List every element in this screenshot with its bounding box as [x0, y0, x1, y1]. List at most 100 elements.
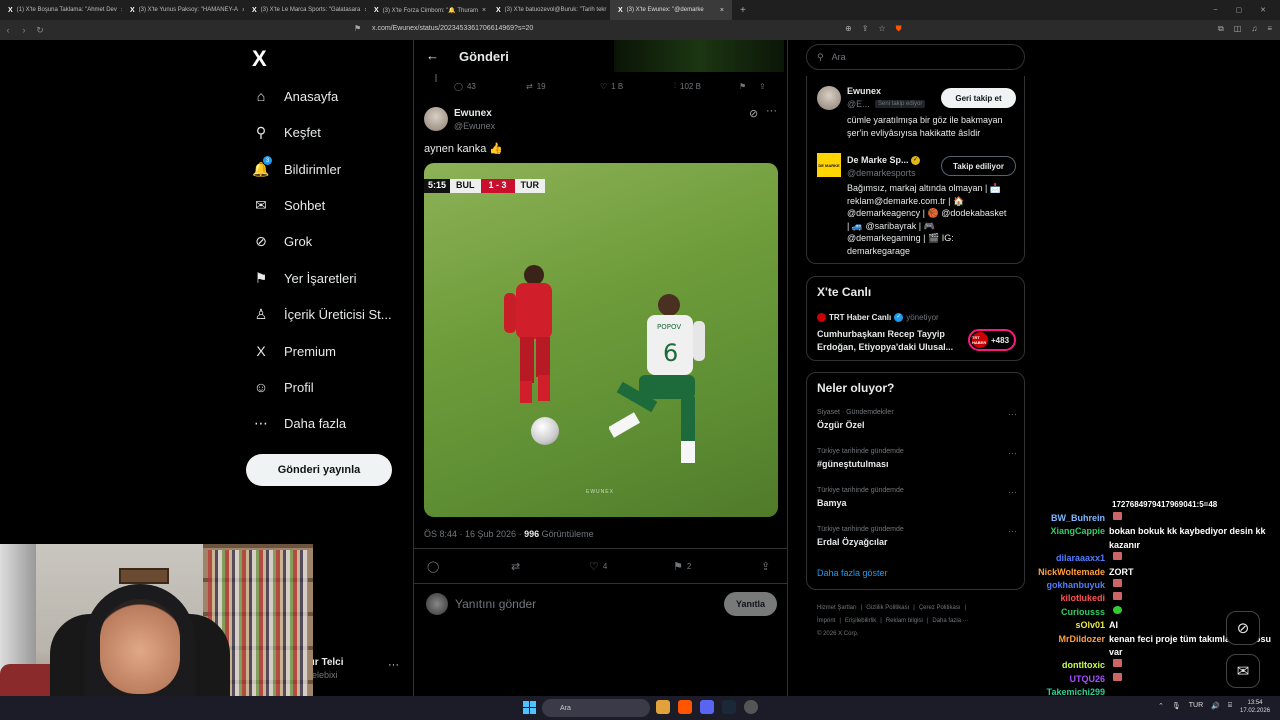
show-more-link[interactable]: Daha fazla göster [817, 568, 888, 578]
share-icon[interactable]: ⇪ [862, 24, 869, 34]
maximize-icon[interactable]: ▢ [1236, 6, 1243, 14]
like-action[interactable]: ♡ 4 [589, 560, 673, 573]
volume-icon[interactable]: 🔊 [1211, 702, 1220, 710]
footer-link[interactable]: Erişilebilirlik [845, 618, 876, 624]
more-icon[interactable]: ··· [1008, 487, 1017, 497]
sidebar-item-search[interactable]: ⚲ Keşfet [252, 120, 321, 144]
footer-link[interactable]: Çerez Politikası [919, 605, 961, 611]
user-name[interactable]: De Marke Sp... ✓ [847, 155, 921, 166]
back-arrow-icon[interactable]: ‹ [0, 25, 16, 35]
reply-button[interactable]: Yanıtla [724, 592, 777, 616]
account-more-icon[interactable]: ··· [388, 659, 399, 671]
trend-item[interactable]: Türkiye tarihinde gündemde #güneştutulmas… [817, 448, 1017, 469]
menu-icon[interactable]: ≡ [1267, 24, 1272, 34]
tweet-author-name[interactable]: Ewunex [454, 108, 492, 119]
bookmark-icon[interactable]: ⚑ [739, 82, 759, 91]
clock[interactable]: 13:54 17.02.2026 [1240, 699, 1270, 715]
user-name[interactable]: Ewunex [847, 86, 881, 96]
messages-float-icon[interactable]: ✉ [1226, 654, 1260, 688]
retweet-action[interactable]: ⇄ 19 [526, 82, 600, 91]
x-logo[interactable]: X [252, 46, 267, 72]
language-indicator[interactable]: TUR [1189, 702, 1203, 710]
steam-icon[interactable] [722, 700, 736, 714]
browser-tab[interactable]: X(3) X'te Le Marca Sports: "Galatasara× [244, 0, 366, 20]
more-icon[interactable]: ··· [1008, 448, 1017, 458]
browser-tab[interactable]: X(1) X'te Boşuna Taklama: "Ahmet Dev× [0, 0, 122, 20]
back-arrow-icon[interactable]: ← [426, 48, 439, 63]
url-field[interactable]: x.com/Ewunex/status/2023453361706614969?… [372, 25, 533, 32]
reload-icon[interactable]: ↻ [32, 25, 48, 36]
reply-input[interactable]: Yanıtını gönder [455, 597, 536, 611]
reply-icon[interactable]: ◯ [427, 560, 511, 573]
share-icon[interactable]: ⇪ [759, 82, 766, 91]
tweet-author-handle[interactable]: @Ewunex [454, 121, 495, 131]
views-action[interactable]: ⫶ 102 B [674, 81, 739, 91]
footer-link[interactable]: Hizmet Şartları [817, 605, 857, 611]
tweet-video[interactable]: 5:15 BUL 1 - 3 TUR 6 POPOV EWUNEX [424, 163, 778, 517]
sidebar-item-grok[interactable]: ⊘ Grok [252, 229, 312, 253]
bookmark-page-icon[interactable]: ⚑ [354, 24, 361, 33]
footer-link[interactable]: Reklam bilgisi [886, 618, 923, 624]
search-input[interactable]: ⚲ Ara [806, 44, 1025, 70]
trend-item[interactable]: Türkiye tarihinde gündemde Bamya ··· [817, 487, 1017, 508]
new-tab-button[interactable]: + [732, 5, 754, 16]
discord-icon[interactable] [700, 700, 714, 714]
post-button[interactable]: Gönderi yayınla [246, 454, 392, 486]
sidebar-item-more-circle[interactable]: ⋯ Daha fazla [252, 411, 346, 435]
bookmark-action[interactable]: ⚑ 2 [673, 560, 761, 573]
obs-icon[interactable] [744, 700, 758, 714]
account-name[interactable]: ır Telci [312, 657, 344, 668]
live-listeners-pill[interactable]: TRT HABER +483 [968, 329, 1016, 351]
follow-back-button[interactable]: Geri takip et [941, 88, 1016, 108]
user-handle[interactable]: @E... [847, 99, 870, 109]
footer-link[interactable]: Gizlilik Politikası [866, 605, 909, 611]
sidebar-item-x-premium[interactable]: X Premium [252, 339, 336, 363]
following-button[interactable]: Takip ediliyor [941, 156, 1016, 176]
avatar[interactable] [817, 86, 841, 110]
extensions-icon[interactable]: ⧉ [1218, 24, 1224, 34]
more-icon[interactable]: ··· [1008, 409, 1017, 419]
grok-icon[interactable]: ⊘ [749, 107, 758, 120]
like-action[interactable]: ♡ 1 B [600, 82, 674, 91]
zoom-icon[interactable]: ⊕ [845, 24, 852, 34]
sidebar-item-creator-studio[interactable]: ♙ İçerik Üreticisi St... [252, 302, 392, 326]
footer-link[interactable]: Daha fazla ··· [932, 618, 968, 624]
avatar[interactable] [424, 107, 448, 131]
brave-icon[interactable] [678, 700, 692, 714]
wallet-icon[interactable]: ◫ [1234, 24, 1242, 34]
more-icon[interactable]: ··· [766, 105, 777, 117]
user-handle[interactable]: @demarkesports [847, 168, 916, 178]
trend-item[interactable]: Türkiye tarihinde gündemde Erdal Özyağcıl… [817, 526, 1017, 547]
sidebar-item-mail[interactable]: ✉ Sohbet [252, 193, 325, 217]
close-tab-icon[interactable]: × [482, 7, 486, 14]
live-host[interactable]: TRT Haber Canlı ✓ yönetiyor [817, 313, 939, 322]
network-icon[interactable]: ⌸ [1228, 702, 1232, 710]
trend-item[interactable]: Siyaset · Gündemdekiler Özgür Özel ··· [817, 409, 1017, 430]
brave-shield-icon[interactable]: ⛊ [896, 24, 902, 34]
grok-float-icon[interactable]: ⊘ [1226, 611, 1260, 645]
browser-tab[interactable]: X(3) X'te batuozevol@Buruk: "Tarih tekr× [488, 0, 610, 20]
chevron-up-icon[interactable]: ⌃ [1158, 702, 1164, 710]
sidebar-item-home[interactable]: ⌂ Anasayfa [252, 84, 338, 108]
share-icon[interactable]: ⇪ [761, 560, 770, 573]
mic-icon[interactable]: 🎙 [1172, 702, 1181, 710]
footer-link[interactable]: İmprint [817, 618, 835, 624]
close-tab-icon[interactable]: × [720, 7, 724, 14]
windows-start-icon[interactable] [523, 701, 536, 714]
retweet-icon[interactable]: ⇄ [511, 560, 589, 573]
star-icon[interactable]: ☆ [878, 24, 885, 34]
close-window-icon[interactable]: ✕ [1260, 6, 1266, 14]
browser-tab[interactable]: X(3) X'te Yunus Paksoy: "HAMANEY-A× [122, 0, 244, 20]
forward-arrow-icon[interactable]: › [16, 25, 32, 35]
reply-action[interactable]: ◯ 43 [454, 82, 526, 91]
browser-tab[interactable]: X (3) X'te Forza Cimbom: "🔔 Thuram × [366, 0, 488, 20]
sidebar-item-bookmark[interactable]: ⚑ Yer İşaretleri [252, 266, 357, 290]
file-explorer-icon[interactable] [656, 700, 670, 714]
sidebar-item-person[interactable]: ☺ Profil [252, 375, 314, 399]
taskbar-search[interactable]: Ara [542, 699, 650, 717]
demarke-logo[interactable]: DE MARKE [817, 153, 841, 177]
sidebar-item-bell[interactable]: 🔔 3 Bildirimler [252, 156, 341, 181]
media-icon[interactable]: ♫ [1251, 24, 1257, 34]
minimize-icon[interactable]: – [1214, 6, 1218, 14]
browser-tab[interactable]: X (3) X'te Ewunex: "@demarke × [610, 0, 732, 20]
